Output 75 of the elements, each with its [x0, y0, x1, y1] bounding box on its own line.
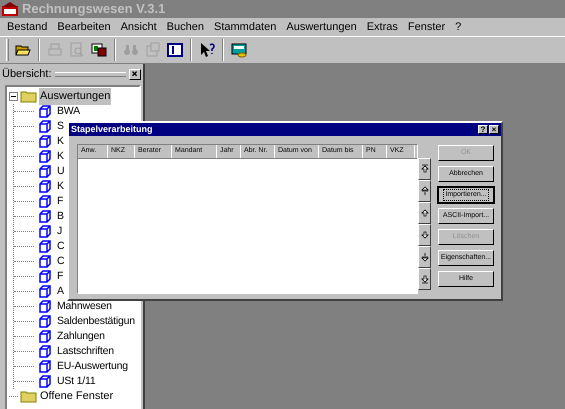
tree-item[interactable]: U — [57, 164, 64, 180]
window-title: Rechnungswesen V.3.1 — [22, 0, 166, 18]
move-button[interactable] — [418, 180, 431, 202]
tree-item[interactable]: B — [57, 208, 64, 224]
move-top-icon — [420, 164, 430, 174]
cube-icon — [37, 284, 53, 299]
tree-item[interactable]: A — [57, 284, 64, 300]
tree-item[interactable]: C — [57, 238, 64, 254]
tree-item[interactable]: K — [57, 178, 64, 194]
title-button[interactable]: × — [489, 125, 499, 134]
calculator-coins-icon[interactable] — [231, 42, 247, 58]
menu-item[interactable]: Auswertungen — [281, 18, 362, 36]
tree-item[interactable]: J — [57, 224, 62, 240]
tree-item[interactable]: F — [57, 194, 64, 210]
arrow-down-icon — [420, 230, 430, 240]
tree-item[interactable]: BWA — [57, 104, 80, 120]
move-bottom-icon — [420, 274, 430, 284]
move-button[interactable] — [418, 158, 431, 180]
help-pointer-icon[interactable] — [199, 42, 215, 58]
folder-icon — [20, 389, 37, 404]
grip-bar — [54, 72, 126, 76]
tree-item[interactable]: K — [57, 148, 64, 164]
cube-icon — [37, 314, 53, 329]
arrow-up-icon — [420, 208, 430, 218]
cube-icon — [37, 359, 53, 374]
tree-item[interactable]: Auswertungen — [39, 88, 112, 105]
app-icon — [2, 2, 18, 16]
tree-item[interactable]: K — [57, 134, 64, 150]
move-button[interactable] — [418, 224, 431, 246]
cube-icon — [37, 344, 53, 359]
menu-item[interactable]: Bearbeiten — [52, 18, 116, 36]
tree-item[interactable]: EU-Auswertung — [57, 358, 128, 374]
cube-icon — [37, 209, 53, 224]
dialog-title: Stapelverarbeitung — [71, 122, 153, 136]
cube-icon — [37, 239, 53, 254]
title-button[interactable]: ? — [478, 125, 488, 134]
cube-icon — [37, 374, 53, 389]
cube-icon — [37, 329, 53, 344]
cube-icon — [37, 179, 53, 194]
close-icon[interactable] — [129, 68, 141, 80]
menu-item[interactable]: Stammdaten — [208, 18, 282, 36]
tree-item[interactable]: Offene Fenster — [39, 388, 114, 405]
move-down-icon — [420, 252, 430, 262]
tree-item[interactable]: Saldenbestätigun — [57, 314, 135, 330]
menu-item[interactable]: Bestand — [2, 18, 52, 36]
cube-icon — [37, 149, 53, 164]
tree-item[interactable]: USt 1/11 — [57, 374, 96, 390]
move-button[interactable] — [418, 268, 431, 290]
tree-item[interactable]: S — [57, 118, 64, 134]
panel-icon[interactable] — [167, 42, 183, 58]
tree-item[interactable]: F — [57, 268, 64, 284]
cube-icon — [37, 224, 53, 239]
cube-icon — [37, 299, 53, 314]
cube-icon — [37, 119, 53, 134]
menu-item[interactable]: Buchen — [162, 18, 209, 36]
move-button[interactable] — [418, 246, 431, 268]
cube-icon — [37, 254, 53, 269]
panel-title: Übersicht: — [2, 66, 52, 82]
menu-item[interactable]: Extras — [362, 18, 403, 36]
cube-icon — [37, 194, 53, 209]
tree-item[interactable]: Zahlungen — [57, 328, 105, 344]
menu-item[interactable]: Fenster — [402, 18, 450, 36]
cube-icon — [37, 104, 53, 119]
tree-item[interactable]: Lastschriften — [57, 344, 114, 360]
cube-icon — [37, 134, 53, 149]
cube-icon — [37, 164, 53, 179]
menu-item[interactable]: Ansicht — [116, 18, 162, 36]
folder-icon — [20, 89, 37, 104]
tree-item[interactable]: C — [57, 254, 64, 270]
menu-item[interactable]: ? — [450, 18, 466, 36]
collapse-icon[interactable] — [9, 92, 18, 101]
move-up-icon — [420, 186, 430, 196]
tree-item[interactable]: Mahnwesen — [57, 298, 112, 314]
cube-icon — [37, 269, 53, 284]
move-button[interactable] — [418, 202, 431, 224]
